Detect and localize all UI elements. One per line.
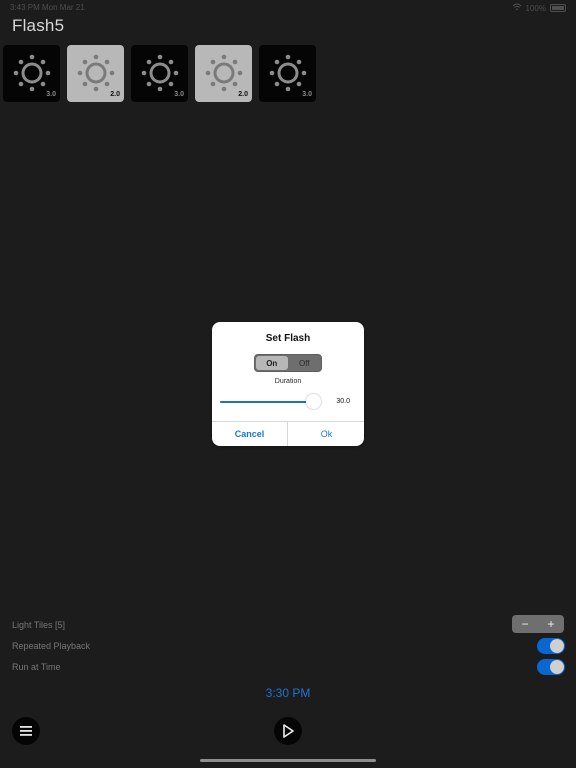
tile-value: 3.0 xyxy=(302,91,312,98)
home-indicator xyxy=(200,759,376,762)
flash-on-off-segmented-control: On Off xyxy=(254,354,322,372)
cancel-button[interactable]: Cancel xyxy=(212,422,287,446)
menu-button[interactable] xyxy=(12,717,40,745)
duration-slider[interactable] xyxy=(220,393,322,411)
slider-thumb[interactable] xyxy=(306,394,322,409)
menu-icon xyxy=(20,726,32,736)
toggle-knob xyxy=(550,639,564,653)
app-title: Flash5 xyxy=(12,16,65,35)
light-tile[interactable]: 3.0 xyxy=(131,45,188,102)
status-bar: 3:43 PM Mon Mar 21 100% xyxy=(0,0,576,14)
run-at-time-toggle[interactable] xyxy=(537,659,565,675)
tile-value: 2.0 xyxy=(238,91,248,98)
dialog-button-divider xyxy=(287,422,288,446)
stepper-minus-button[interactable]: − xyxy=(512,615,538,633)
set-flash-dialog: Set Flash On Off Duration 30.0 Cancel Ok xyxy=(212,322,364,446)
light-tiles-label: Light Tiles [5] xyxy=(12,620,66,630)
run-at-time-label: Run at Time xyxy=(12,662,61,672)
segment-off[interactable]: Off xyxy=(289,356,321,370)
duration-value: 30.0 xyxy=(336,398,350,405)
battery-icon xyxy=(550,4,566,12)
toggle-knob xyxy=(550,660,564,674)
repeated-playback-toggle[interactable] xyxy=(537,638,565,654)
light-tiles: 3.0 2.0 3.0 2.0 3.0 xyxy=(3,45,316,102)
flash-light-icon xyxy=(205,54,243,92)
tile-value: 2.0 xyxy=(110,91,120,98)
light-tiles-stepper[interactable]: − + xyxy=(512,615,564,633)
tile-value: 3.0 xyxy=(174,91,184,98)
dialog-title: Set Flash xyxy=(265,333,311,344)
repeated-playback-label: Repeated Playback xyxy=(12,641,91,651)
segment-on[interactable]: On xyxy=(256,356,288,370)
flash-light-icon xyxy=(77,54,115,92)
play-icon xyxy=(283,724,294,738)
play-button[interactable] xyxy=(274,717,302,745)
scheduled-time[interactable]: 3:30 PM xyxy=(0,686,576,700)
light-tile[interactable]: 3.0 xyxy=(259,45,316,102)
light-tile[interactable]: 2.0 xyxy=(195,45,252,102)
wifi-icon xyxy=(512,3,522,13)
stepper-plus-button[interactable]: + xyxy=(538,615,564,633)
ok-button[interactable]: Ok xyxy=(289,422,364,446)
tile-value: 3.0 xyxy=(46,91,56,98)
light-tile[interactable]: 2.0 xyxy=(67,45,124,102)
flash-light-icon xyxy=(269,54,307,92)
battery-percent: 100% xyxy=(525,3,546,13)
flash-light-icon xyxy=(141,54,179,92)
duration-label: Duration xyxy=(274,378,302,385)
status-indicators: 100% xyxy=(512,3,566,13)
flash-light-icon xyxy=(13,54,51,92)
slider-fill xyxy=(220,401,314,403)
status-time-date: 3:43 PM Mon Mar 21 xyxy=(10,3,85,12)
light-tile[interactable]: 3.0 xyxy=(3,45,60,102)
